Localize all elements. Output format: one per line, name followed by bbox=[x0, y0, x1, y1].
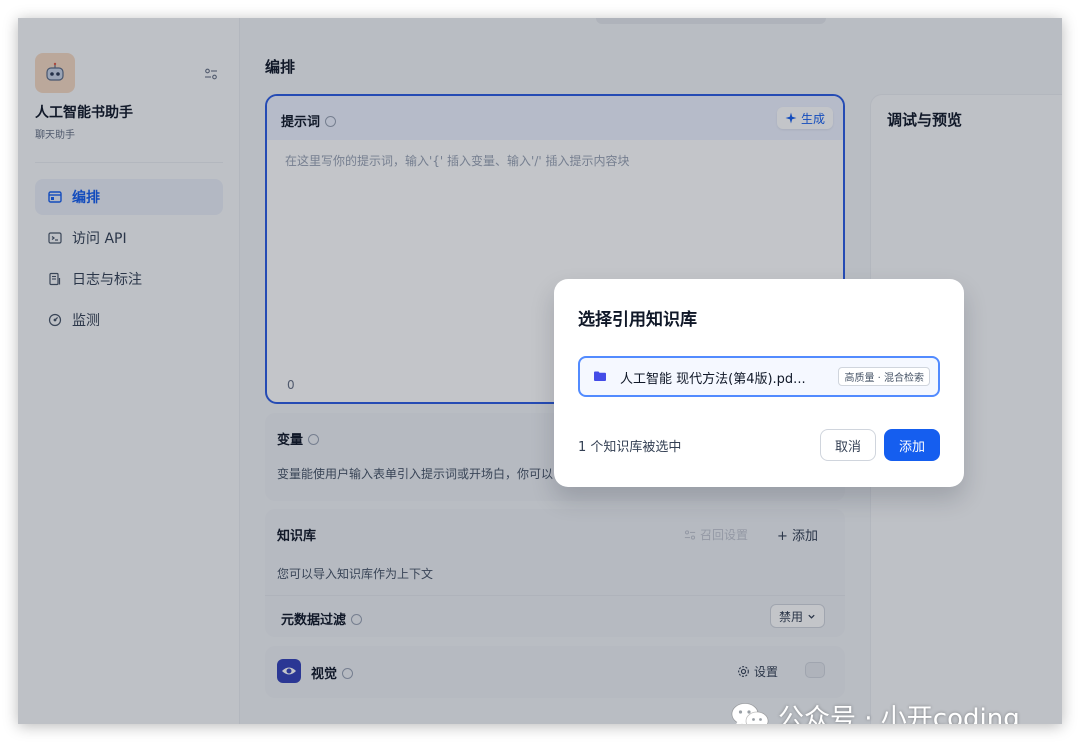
knowledge-badge: 高质量 · 混合检索 bbox=[838, 367, 930, 386]
add-button[interactable]: 添加 bbox=[884, 429, 940, 461]
folder-icon bbox=[594, 371, 606, 381]
knowledge-list-item[interactable]: 人工智能 现代方法(第4版).pd... 高质量 · 混合检索 bbox=[578, 356, 940, 397]
watermark: 公众号 · 小开coding bbox=[730, 698, 1020, 724]
wechat-icon bbox=[731, 702, 769, 724]
app-root: 人工智能书助手 聊天助手 编排 访问 API 日志与标注 监测 编排 提示词 生… bbox=[18, 18, 1062, 724]
window-frame: 人工智能书助手 聊天助手 编排 访问 API 日志与标注 监测 编排 提示词 生… bbox=[18, 18, 1062, 724]
watermark-text: 公众号 · 小开coding bbox=[778, 704, 1020, 724]
cancel-button[interactable]: 取消 bbox=[820, 429, 876, 461]
selected-count: 1 个知识库被选中 bbox=[578, 440, 682, 455]
knowledge-name: 人工智能 现代方法(第4版).pd... bbox=[620, 372, 806, 387]
select-knowledge-modal: 选择引用知识库 人工智能 现代方法(第4版).pd... 高质量 · 混合检索 … bbox=[554, 279, 964, 487]
modal-title: 选择引用知识库 bbox=[578, 310, 697, 330]
